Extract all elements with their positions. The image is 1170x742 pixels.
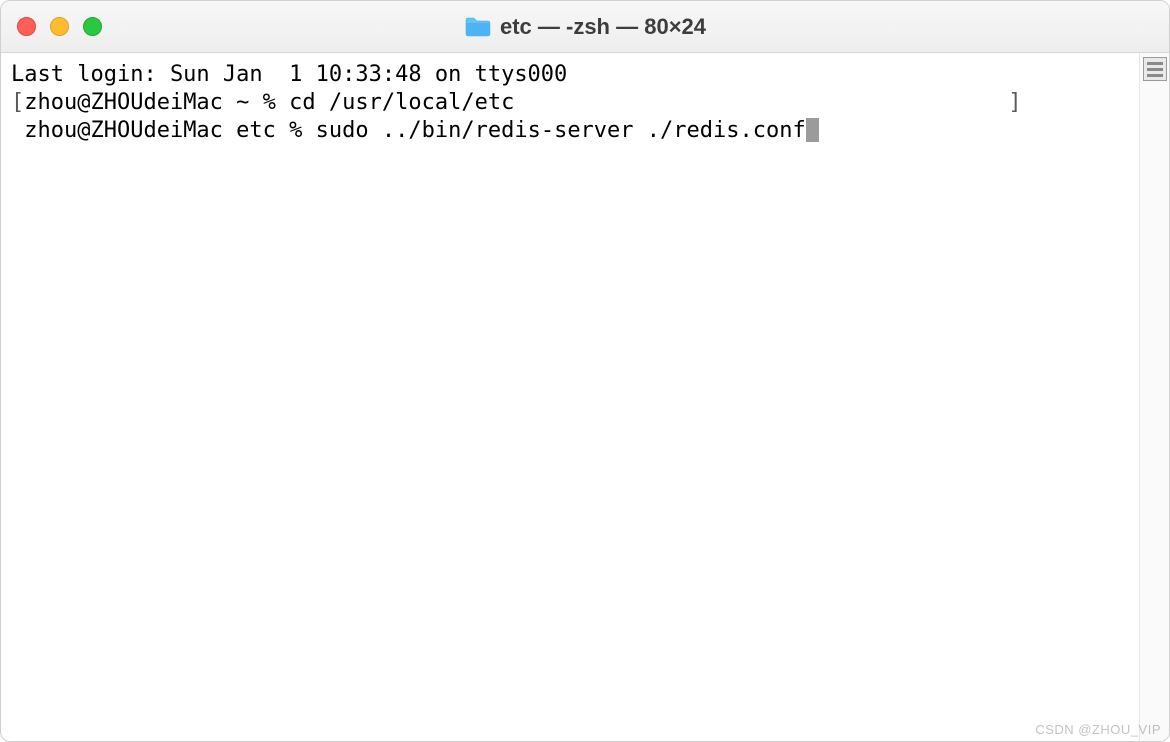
traffic-lights (17, 17, 102, 36)
cursor (806, 118, 819, 142)
bracket-open: [ (11, 90, 24, 115)
window-title: etc — -zsh — 80×24 (500, 14, 706, 40)
folder-icon (464, 16, 492, 38)
terminal-window: etc — -zsh — 80×24 Last login: Sun Jan 1… (0, 0, 1170, 742)
scrollbar[interactable] (1139, 53, 1169, 741)
maximize-button[interactable] (83, 17, 102, 36)
titlebar[interactable]: etc — -zsh — 80×24 (1, 1, 1169, 53)
minimize-button[interactable] (50, 17, 69, 36)
terminal-line-1: Last login: Sun Jan 1 10:33:48 on ttys00… (11, 62, 567, 87)
command-1: cd /usr/local/etc (289, 90, 514, 115)
prompt-1: zhou@ZHOUdeiMac ~ % (24, 90, 289, 115)
scroll-indicator-icon[interactable] (1143, 57, 1167, 81)
prompt-2: zhou@ZHOUdeiMac etc % (24, 118, 315, 143)
watermark: CSDN @ZHOU_VIP (1035, 722, 1161, 737)
window-title-wrap: etc — -zsh — 80×24 (464, 14, 706, 40)
content-area: Last login: Sun Jan 1 10:33:48 on ttys00… (1, 53, 1169, 741)
bracket-close: ] (1008, 90, 1021, 115)
command-2: sudo ../bin/redis-server ./redis.conf (316, 118, 806, 143)
terminal-body[interactable]: Last login: Sun Jan 1 10:33:48 on ttys00… (1, 53, 1139, 741)
close-button[interactable] (17, 17, 36, 36)
